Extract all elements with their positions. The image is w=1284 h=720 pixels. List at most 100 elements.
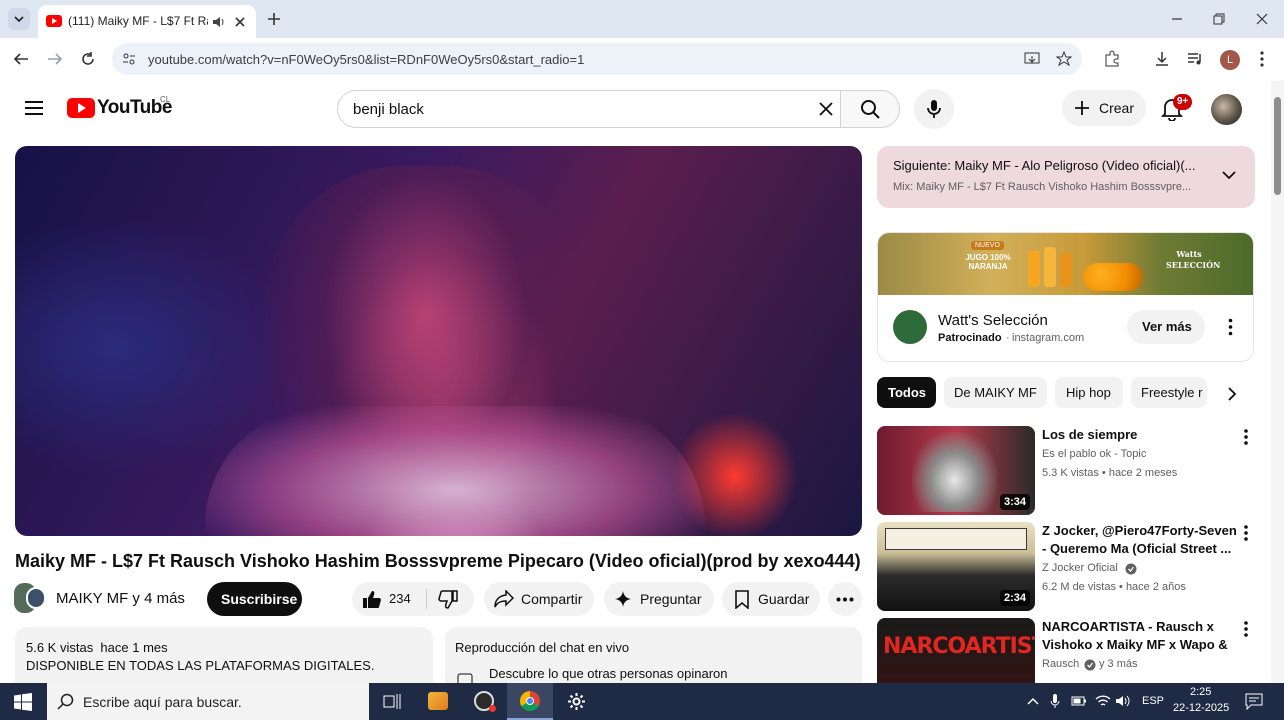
thumbnail-banner bbox=[885, 528, 1027, 550]
tab-search-button[interactable] bbox=[8, 8, 30, 30]
taskbar-search-input[interactable]: Escribe aquí para buscar. bbox=[83, 694, 242, 710]
windows-start-icon[interactable] bbox=[14, 693, 32, 711]
restore-icon[interactable] bbox=[1212, 12, 1226, 26]
video-thumbnail[interactable]: NARCOARTISTA bbox=[877, 618, 1035, 683]
plus-icon bbox=[1075, 101, 1089, 115]
chevron-down-icon[interactable] bbox=[1222, 170, 1236, 180]
mix-up-next[interactable]: Siguiente: Maiky MF - Alo Peligroso (Vid… bbox=[877, 146, 1255, 208]
ad-cta-label: Ver más bbox=[1142, 319, 1192, 334]
volume-icon[interactable] bbox=[1115, 694, 1131, 708]
user-avatar[interactable] bbox=[1211, 94, 1242, 125]
chip-all[interactable]: Todos bbox=[877, 377, 936, 408]
chip-freestyle[interactable]: Freestyle r bbox=[1131, 377, 1207, 408]
speaker-icon[interactable] bbox=[212, 16, 226, 28]
more-vertical-icon[interactable] bbox=[1243, 428, 1249, 446]
subscribe-button[interactable]: Suscribirse bbox=[207, 582, 302, 616]
chevron-right-icon[interactable] bbox=[1227, 386, 1237, 402]
taskbar-app-media[interactable] bbox=[415, 683, 461, 720]
video-thumbnail[interactable]: 2:34 bbox=[877, 522, 1035, 611]
list-item[interactable]: 2:34 Z Jocker, @Piero47Forty-Seven - Que… bbox=[877, 522, 1257, 614]
clear-search-icon[interactable] bbox=[818, 101, 834, 117]
microphone-icon bbox=[927, 100, 941, 118]
address-bar[interactable]: youtube.com/watch?v=nF0WeOy5rs0&list=RDn… bbox=[112, 43, 1082, 75]
reload-icon[interactable] bbox=[80, 51, 96, 67]
notification-center-icon[interactable] bbox=[1245, 692, 1263, 710]
advertiser-logo bbox=[893, 310, 927, 344]
voice-search-button[interactable] bbox=[914, 89, 954, 129]
collab-avatar bbox=[26, 587, 46, 609]
wifi-icon[interactable] bbox=[1095, 694, 1111, 708]
ask-button[interactable]: Preguntar bbox=[604, 582, 714, 616]
site-settings-icon[interactable] bbox=[122, 52, 136, 66]
thumbs-up-icon bbox=[363, 591, 381, 608]
verified-badge-icon bbox=[1084, 659, 1096, 671]
more-vertical-icon[interactable] bbox=[1243, 524, 1249, 542]
search-button[interactable] bbox=[840, 90, 900, 128]
clock-date[interactable]: 22-12-2025 bbox=[1173, 702, 1229, 714]
scrollbar-thumb[interactable] bbox=[1274, 97, 1281, 195]
list-item[interactable]: 3:34 Los de siempre Es el pablo ok - Top… bbox=[877, 426, 1257, 518]
page-scrollbar[interactable] bbox=[1271, 81, 1284, 683]
more-actions-button[interactable] bbox=[828, 582, 862, 616]
recommendation-stats: 5.3 K vistas • hace 2 meses bbox=[1042, 467, 1178, 479]
video-player[interactable] bbox=[15, 146, 862, 536]
new-tab-icon[interactable] bbox=[266, 11, 282, 27]
browser-tab-active[interactable]: (111) Maiky MF - L$7 Ft Rausch Vishoko H… bbox=[38, 5, 256, 38]
youtube-logo[interactable]: YouTube CL bbox=[67, 95, 177, 121]
create-button[interactable]: Crear bbox=[1062, 90, 1146, 126]
mix-title: Mix: Maiky MF - L$7 Ft Rausch Vishoko Ha… bbox=[893, 181, 1192, 193]
browser-toolbar: youtube.com/watch?v=nF0WeOy5rs0&list=RDn… bbox=[0, 38, 1284, 81]
task-view-button[interactable] bbox=[369, 683, 415, 720]
ad-cta-button[interactable]: Ver más bbox=[1127, 310, 1205, 344]
oranges bbox=[1083, 263, 1143, 291]
channel-name[interactable]: MAIKY MF y 4 más bbox=[56, 590, 185, 607]
battery-icon[interactable] bbox=[1071, 696, 1087, 706]
like-button[interactable]: 234 bbox=[352, 582, 426, 616]
chip-hip-hop[interactable]: Hip hop bbox=[1055, 377, 1123, 408]
ad-banner-image[interactable]: NUEVO JUGO 100% NARANJA Watts SELECCIÓN bbox=[878, 233, 1253, 295]
search-box[interactable]: benji black bbox=[337, 90, 841, 128]
input-language[interactable]: ESP bbox=[1142, 695, 1164, 707]
save-button[interactable]: Guardar bbox=[722, 582, 820, 616]
thumbs-down-icon[interactable] bbox=[438, 590, 458, 609]
install-app-icon[interactable] bbox=[1024, 51, 1040, 67]
extensions-icon[interactable] bbox=[1103, 50, 1121, 68]
more-vertical-icon[interactable] bbox=[1243, 620, 1249, 638]
taskbar-app-settings[interactable] bbox=[553, 683, 599, 720]
taskbar-app-obs[interactable] bbox=[461, 683, 507, 720]
browser-tab-bar: (111) Maiky MF - L$7 Ft Rausch Vishoko H… bbox=[0, 0, 1284, 38]
close-window-icon[interactable] bbox=[1255, 12, 1269, 26]
microphone-tray-icon[interactable] bbox=[1050, 693, 1060, 709]
like-dislike-group: 234 bbox=[352, 582, 474, 616]
list-item[interactable]: NARCOARTISTA NARCOARTISTA - Rausch x Vis… bbox=[877, 618, 1257, 683]
back-arrow-icon[interactable] bbox=[12, 51, 30, 67]
video-thumbnail[interactable]: 3:34 bbox=[877, 426, 1035, 515]
profile-avatar[interactable]: L bbox=[1220, 50, 1240, 70]
search-input[interactable]: benji black bbox=[353, 101, 424, 118]
hamburger-menu-icon[interactable] bbox=[24, 99, 44, 117]
media-control-icon[interactable] bbox=[1186, 50, 1204, 68]
recommendation-stats: 6.2 M de vistas • hace 2 años bbox=[1042, 581, 1186, 593]
forward-arrow-icon[interactable] bbox=[46, 51, 64, 67]
clock-time[interactable]: 2:25 bbox=[1190, 686, 1211, 698]
channel-avatars[interactable] bbox=[14, 583, 46, 613]
downloads-icon[interactable] bbox=[1153, 50, 1171, 68]
sponsored-ad[interactable]: NUEVO JUGO 100% NARANJA Watts SELECCIÓN … bbox=[877, 232, 1254, 362]
search-icon bbox=[57, 693, 74, 710]
ad-menu-icon[interactable] bbox=[1228, 318, 1233, 336]
save-label: Guardar bbox=[758, 591, 810, 607]
bookmark-icon bbox=[735, 590, 749, 609]
bookmark-star-icon[interactable] bbox=[1056, 51, 1072, 67]
close-tab-icon[interactable] bbox=[234, 16, 246, 28]
minimize-icon[interactable] bbox=[1170, 13, 1184, 25]
tray-chevron-up-icon[interactable] bbox=[1027, 697, 1039, 705]
video-description[interactable]: 5.6 K vistas hace 1 mes DISPONIBLE EN TO… bbox=[15, 627, 433, 687]
share-button[interactable]: Compartir bbox=[484, 582, 594, 616]
recommendation-title: NARCOARTISTA - Rausch x Vishoko x Maiky … bbox=[1042, 619, 1228, 656]
chip-channel[interactable]: De MAIKY MF bbox=[944, 377, 1047, 408]
browser-menu-icon[interactable] bbox=[1259, 50, 1265, 68]
recording-dot bbox=[489, 705, 496, 712]
taskbar-app-chrome[interactable] bbox=[507, 683, 553, 720]
taskbar-search-box[interactable]: Escribe aquí para buscar. bbox=[47, 683, 369, 720]
ad-banner-badge: NUEVO bbox=[971, 241, 1004, 250]
